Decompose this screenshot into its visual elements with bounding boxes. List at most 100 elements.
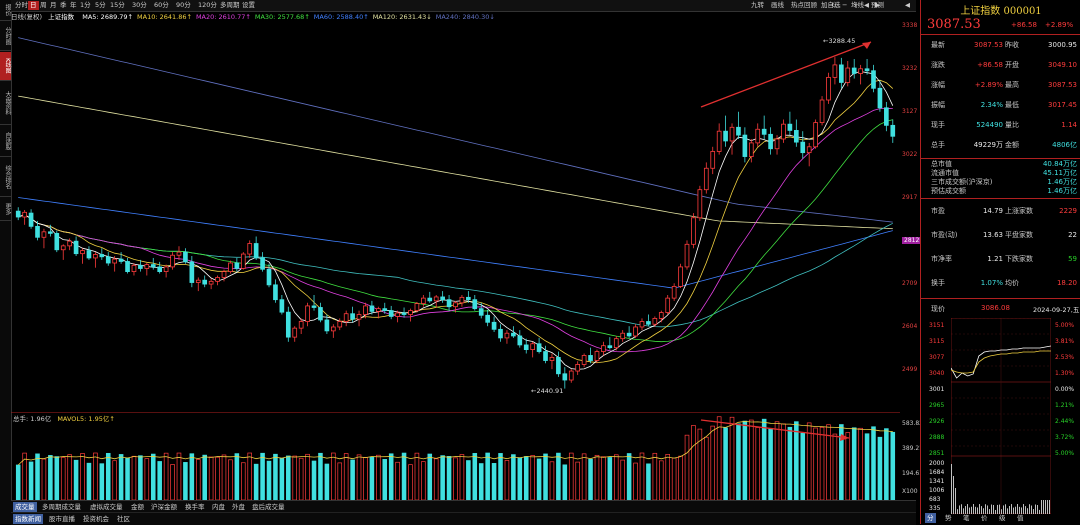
volume-bar-42 [286,455,291,500]
play-icon[interactable]: ◀ [903,1,912,10]
volume-bar-94 [620,459,625,500]
indicator-tab-4[interactable]: 沪深金额 [149,502,179,512]
period-tab-6[interactable]: 1分 [78,1,93,10]
volume-bar-12 [93,452,98,500]
volume-bar-91 [601,456,606,500]
candle-104 [684,240,690,270]
indicator-tab-7[interactable]: 外盘 [230,502,247,512]
volume-bar-56 [376,454,381,500]
indicator-tab-3[interactable]: 金额 [129,502,146,512]
indicator-tab-2[interactable]: 虚拟成交量 [88,502,125,512]
left-tab-6[interactable]: 更多 [0,198,11,221]
indicator-tab-0[interactable]: 成交量 [13,502,37,512]
candle-28 [195,277,201,292]
refresh-icon[interactable]: ↻ [829,1,838,10]
volume-bar-11 [86,462,92,500]
period-tab-13[interactable]: 多周期 [218,1,242,10]
toolbar-right-2[interactable]: 热点回顾 [789,1,819,10]
news-tab-0[interactable]: 指数新闻 [13,514,43,524]
candle-88 [581,353,587,368]
stat-value: 3049.10 [1048,61,1077,69]
quote-panel: 上证指数 000001 3087.53 +86.58 +2.89% 最新 3087… [920,0,1080,524]
stat-label: 涨跌 [931,61,945,69]
indicator-tab-8[interactable]: 盘后成交量 [250,502,287,512]
candle-63 [421,295,426,307]
volume-bar-103 [678,455,683,500]
left-tab-0[interactable]: 报价 [0,0,11,21]
period-tab-8[interactable]: 15分 [108,1,127,10]
price-tick-4: 2917 [902,194,918,201]
mini-tab-3[interactable]: 价 [979,513,990,523]
volume-bar-134 [877,436,883,500]
candle-111 [729,123,735,155]
period-tab-4[interactable]: 季 [58,1,69,10]
volume-bar-38 [260,452,265,500]
volume-bar-14 [105,452,111,500]
arrow-right-icon[interactable]: ▶ [873,1,882,10]
volume-bar-70 [466,460,471,500]
period-tab-10[interactable]: 60分 [152,1,171,10]
volume-bar-114 [749,419,754,500]
indicator-tab-5[interactable]: 换手率 [183,502,207,512]
volume-bar-37 [253,463,259,500]
volume-bar-28 [195,459,201,500]
period-tab-14[interactable]: 设置 [240,1,257,10]
stat-value: 3087.53 [974,41,1003,49]
toolbar-right-1[interactable]: 画线 [769,1,786,10]
volume-bar-130 [851,427,857,500]
volume-bar-69 [459,454,465,500]
candle-97 [639,318,645,331]
news-tab-3[interactable]: 社区 [115,514,132,524]
period-tab-2[interactable]: 周 [38,1,49,10]
ratio-value: 18.20 [1056,279,1077,287]
period-tab-11[interactable]: 90分 [174,1,193,10]
mini-tab-4[interactable]: 级 [997,513,1008,523]
volume-bar-112 [736,423,741,500]
minus-icon[interactable]: − [840,1,849,10]
indicator-tab-6[interactable]: 内盘 [210,502,227,512]
volume-bar-77 [511,454,516,500]
volume-bar-120 [787,426,793,500]
indicator-tab-1[interactable]: 多周期成交量 [40,502,83,512]
left-tab-2[interactable]: K线图 [0,52,11,81]
mini-tab-5[interactable]: 值 [1015,513,1026,523]
mini-left-tick-6: 2926 [929,418,945,425]
ratio-label: 市净率 [931,255,952,263]
news-tab-2[interactable]: 投资机会 [81,514,111,524]
toolbar-right-0[interactable]: 九转 [749,1,766,10]
period-tab-12[interactable]: 120分 [196,1,219,10]
candle-127 [832,57,838,85]
candle-130 [851,59,857,79]
candle-124 [813,119,818,149]
period-tab-1[interactable]: 日 [28,1,39,10]
period-tab-5[interactable]: 年 [68,1,79,10]
volume-bar-21 [150,453,156,500]
volume-bar-110 [723,427,728,500]
mv-value: 40.84万亿 [1042,160,1077,168]
left-tab-4[interactable]: 自选股 [0,126,11,157]
ma-line-5 [18,107,893,353]
left-tab-1[interactable]: 分时图 [0,22,11,51]
period-tab-7[interactable]: 5分 [93,1,108,10]
volume-bar-0 [15,464,21,500]
stat-label: 量比 [1005,121,1019,129]
volume-chart[interactable] [11,412,900,500]
intraday-mini-chart[interactable] [951,318,1051,514]
mini-date: 2024-09-27,五 [1033,306,1080,314]
left-tab-3[interactable]: 大盘资料 [0,82,11,125]
quote-change-pct: +2.89% [1045,21,1074,29]
arrow-left-icon[interactable]: ◀ [862,1,871,10]
kline-chart[interactable]: ←3288.45 ←2440.91 [11,22,900,412]
period-tab-3[interactable]: 月 [48,1,59,10]
mini-tab-2[interactable]: 笔 [961,513,972,523]
stat-value: 3000.95 [1048,41,1077,49]
stat-row-1: 涨跌 +86.58 开盘 3049.10 [921,56,1080,74]
plus-icon[interactable]: + [851,1,860,10]
volume-bar-108 [710,425,716,500]
mini-tab-0[interactable]: 分 [925,513,936,523]
left-tab-5[interactable]: 综合排名 [0,158,11,197]
mini-tab-1[interactable]: 势 [943,513,954,523]
volume-bar-64 [427,453,433,500]
period-tab-9[interactable]: 30分 [130,1,149,10]
news-tab-1[interactable]: 股市直播 [47,514,77,524]
